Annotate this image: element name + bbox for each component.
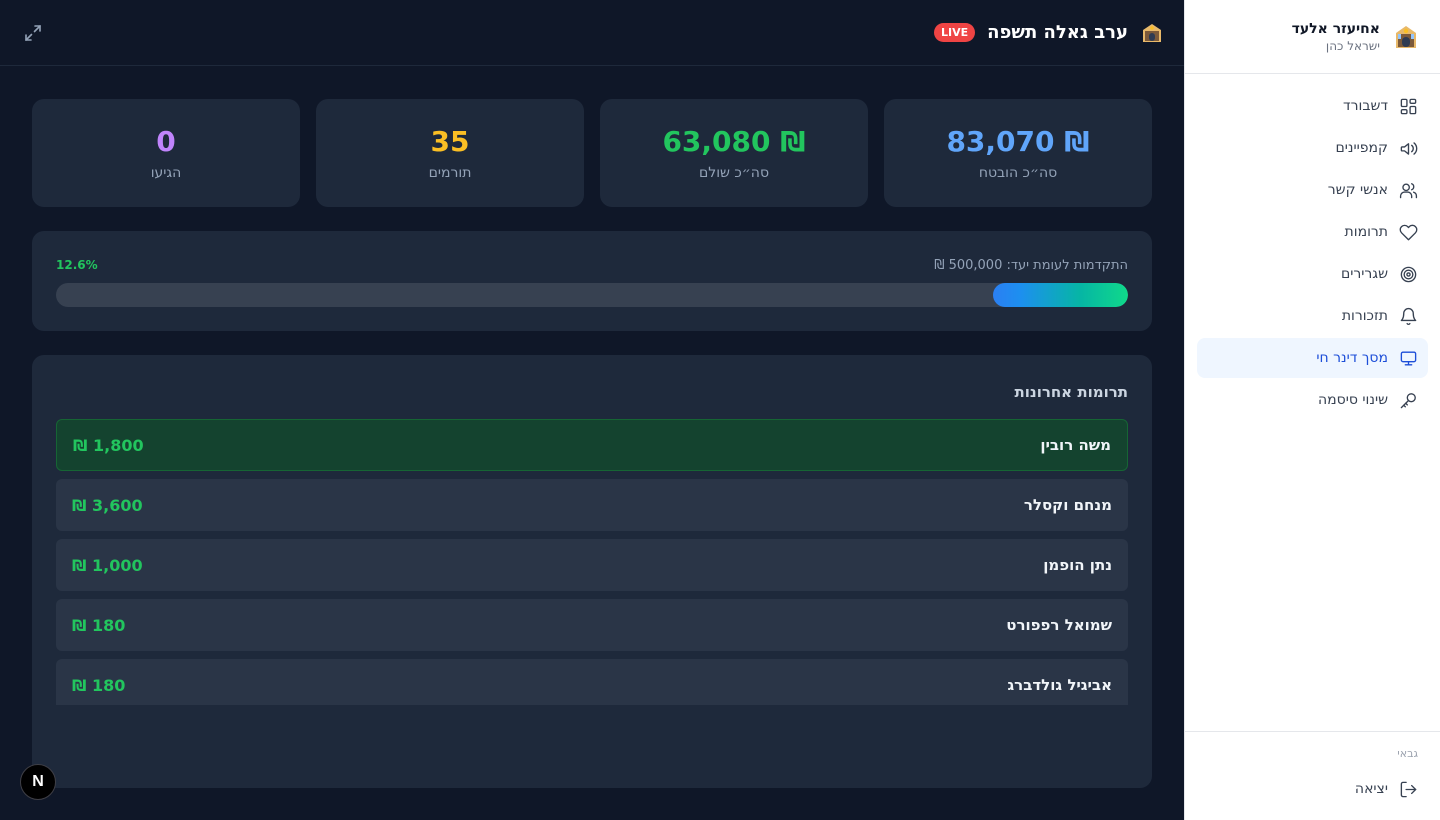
logout-icon <box>1398 779 1418 799</box>
stat-card-total-paid: 63,080 ₪ סה״כ שולם <box>600 99 868 207</box>
bell-icon <box>1398 306 1418 326</box>
key-icon <box>1398 390 1418 410</box>
donation-amount: ₪ 1,800 <box>73 435 144 455</box>
sidebar-item-label: מסך דינר חי <box>1316 350 1388 366</box>
stat-label: הגיעו <box>150 165 182 181</box>
donor-name: מנחם וקסלר <box>1023 496 1112 514</box>
donation-row: אביגיל גולדברג ₪ 180 <box>56 659 1128 705</box>
sidebar-item-live-dinner-screen[interactable]: מסך דינר חי <box>1197 338 1428 378</box>
megaphone-icon <box>1398 138 1418 158</box>
user-role: גבאי <box>1397 747 1418 760</box>
donor-name: משה רובין <box>1040 436 1111 454</box>
user-profile: אחיעזר אלעד ישראל כהן <box>1185 0 1440 74</box>
recent-donations-card: תרומות אחרונות משה רובין ₪ 1,800 מנחם וק… <box>32 355 1152 788</box>
sidebar-item-ambassadors[interactable]: שגרירים <box>1197 254 1428 294</box>
users-icon <box>1398 180 1418 200</box>
sidebar-item-label: דשבורד <box>1342 98 1388 114</box>
donation-amount: ₪ 1,000 <box>72 555 143 575</box>
stat-card-arrived: 0 הגיעו <box>32 99 300 207</box>
donation-row: משה רובין ₪ 1,800 <box>56 419 1128 471</box>
donor-name: אביגיל גולדברג <box>1007 676 1112 694</box>
heart-icon <box>1398 222 1418 242</box>
progress-track <box>56 283 1128 307</box>
user-name: אחיעזר אלעד <box>1291 20 1380 37</box>
stats-row: 83,070 ₪ סה״כ הובטח 63,080 ₪ סה״כ שולם 3… <box>32 99 1152 207</box>
grid-icon <box>1398 96 1418 116</box>
stat-value: 0 <box>156 125 176 158</box>
stat-card-donors: 35 תורמים <box>316 99 584 207</box>
donor-name: שמואל רפפורט <box>1006 616 1112 634</box>
target-icon <box>1398 264 1418 284</box>
progress-label: התקדמות לעומת יעד: 500,000 ₪ <box>934 257 1128 273</box>
donor-name: נתן הופמן <box>1043 556 1112 574</box>
stat-label: סה״כ הובטח <box>978 165 1058 181</box>
top-bar: ערב גאלה תשפה LIVE <box>0 0 1184 66</box>
sidebar-item-change-password[interactable]: שינוי סיסמה <box>1197 380 1428 420</box>
section-title: תרומות אחרונות <box>1014 383 1129 401</box>
live-badge: LIVE <box>933 23 976 42</box>
sidebar: אחיעזר אלעד ישראל כהן דשבורד קמפיינים אנ… <box>1184 0 1440 820</box>
sidebar-item-label: אנשי קשר <box>1327 182 1388 198</box>
donation-row: נתן הופמן ₪ 1,000 <box>56 539 1128 591</box>
user-subtitle: ישראל כהן <box>1325 38 1380 53</box>
sidebar-item-label: קמפיינים <box>1335 140 1388 156</box>
sidebar-item-campaigns[interactable]: קמפיינים <box>1197 128 1428 168</box>
donations-list: משה רובין ₪ 1,800 מנחם וקסלר ₪ 3,600 נתן… <box>56 419 1128 705</box>
donation-amount: ₪ 3,600 <box>72 495 143 515</box>
sidebar-nav: דשבורד קמפיינים אנשי קשר תרומות שגרירים <box>1185 74 1440 420</box>
main-content: ערב גאלה תשפה LIVE 83,070 ₪ סה״כ הובטח 6… <box>0 0 1184 820</box>
goal-progress-card: התקדמות לעומת יעד: 500,000 ₪ 12.6% <box>32 231 1152 331</box>
synagogue-icon <box>1140 21 1164 45</box>
stat-label: תורמים <box>428 165 472 181</box>
stat-value: 63,080 ₪ <box>662 125 806 158</box>
sidebar-item-label: תזכורות <box>1341 308 1388 324</box>
sidebar-footer: גבאי יציאה <box>1184 731 1440 820</box>
stat-card-total-pledged: 83,070 ₪ סה״כ הובטח <box>884 99 1152 207</box>
sidebar-item-donations[interactable]: תרומות <box>1197 212 1428 252</box>
page-title: ערב גאלה תשפה <box>987 22 1128 43</box>
sidebar-item-label: שינוי סיסמה <box>1317 392 1388 408</box>
sidebar-item-reminders[interactable]: תזכורות <box>1197 296 1428 336</box>
synagogue-icon <box>1392 23 1420 51</box>
nextjs-dev-badge[interactable]: N <box>20 764 56 800</box>
monitor-icon <box>1398 348 1418 368</box>
donation-row: שמואל רפפורט ₪ 180 <box>56 599 1128 651</box>
logout-label: יציאה <box>1354 781 1388 797</box>
progress-fill <box>992 283 1128 307</box>
sidebar-item-dashboard[interactable]: דשבורד <box>1197 86 1428 126</box>
expand-icon[interactable] <box>24 24 42 42</box>
progress-percent: 12.6% <box>56 258 98 272</box>
sidebar-item-contacts[interactable]: אנשי קשר <box>1197 170 1428 210</box>
sidebar-item-label: שגרירים <box>1340 266 1388 282</box>
stat-label: סה״כ שולם <box>698 165 770 181</box>
sidebar-item-label: תרומות <box>1344 224 1388 240</box>
donation-amount: ₪ 180 <box>72 615 126 635</box>
stat-value: 35 <box>430 125 470 158</box>
stat-value: 83,070 ₪ <box>946 125 1090 158</box>
donation-amount: ₪ 180 <box>72 675 126 695</box>
logout-button[interactable]: יציאה <box>1196 769 1428 809</box>
donation-row: מנחם וקסלר ₪ 3,600 <box>56 479 1128 531</box>
